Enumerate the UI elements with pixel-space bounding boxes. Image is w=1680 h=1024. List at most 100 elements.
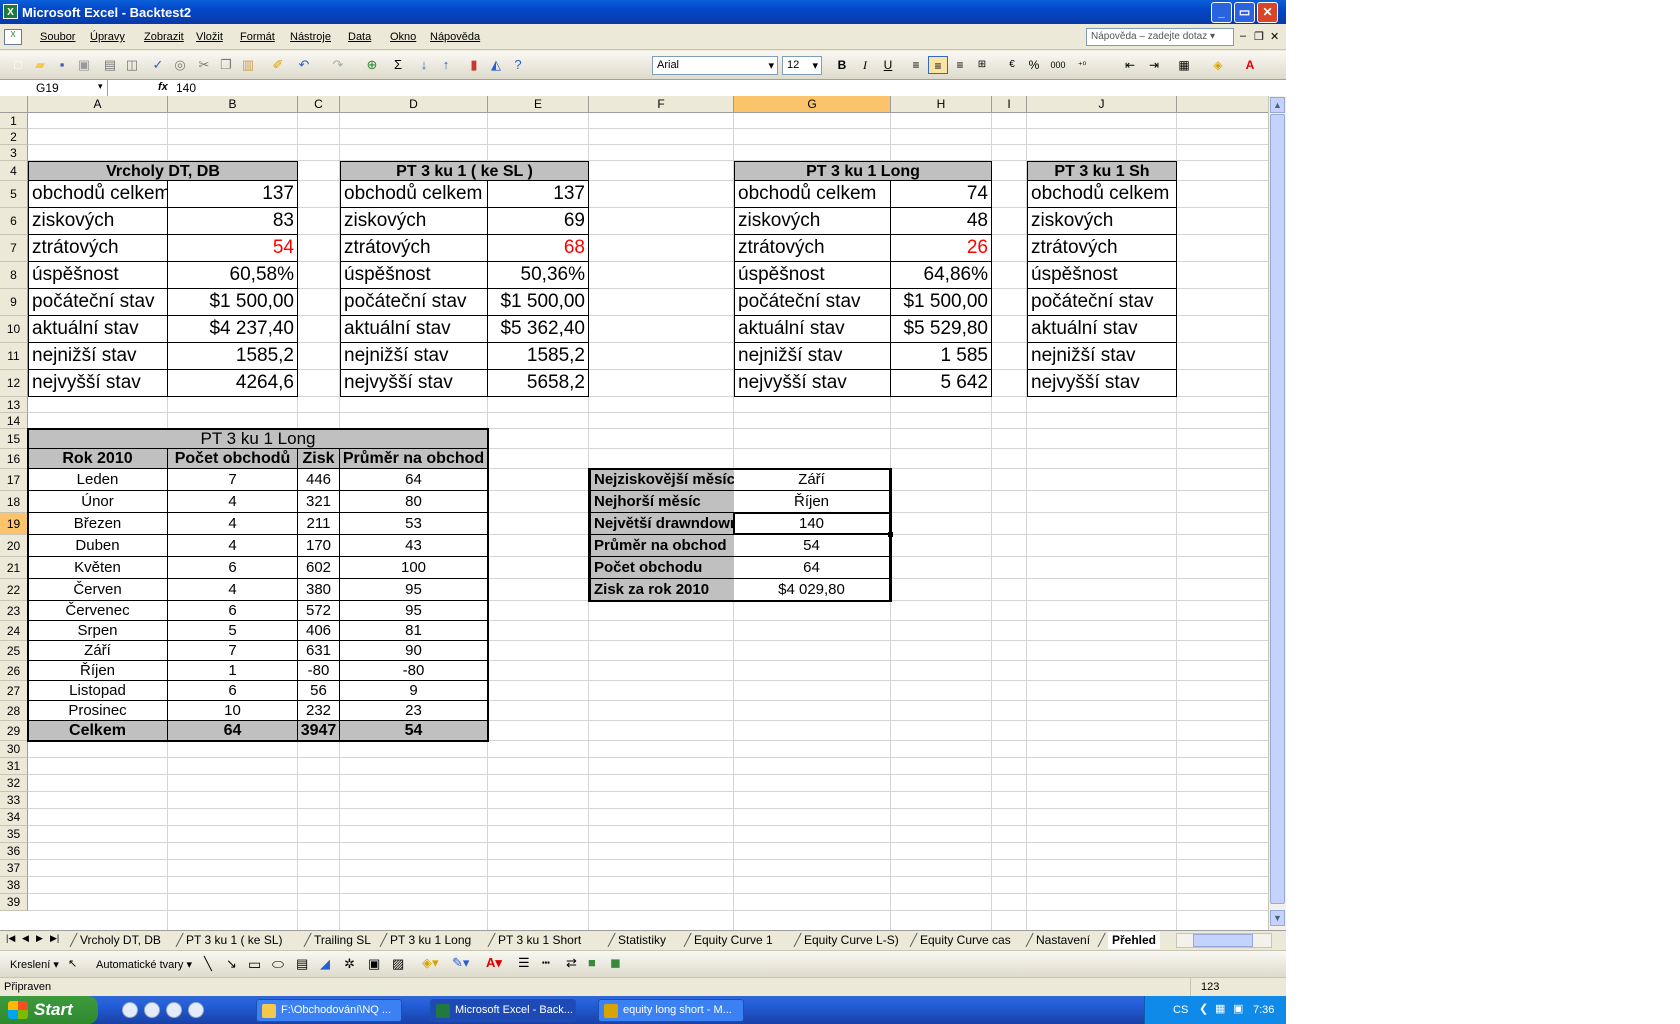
last-sheet-icon[interactable]: ▶| [50,933,59,944]
network-icon[interactable]: ▦ [1215,1002,1225,1015]
column-header-A[interactable]: A [28,96,168,113]
font-color-icon[interactable]: A [1240,56,1260,74]
column-header-E[interactable]: E [488,96,589,113]
row-header-3[interactable]: 3 [0,145,28,161]
print-preview-icon[interactable]: ◫ [124,57,140,73]
row-header-11[interactable]: 11 [0,343,28,370]
new-icon[interactable]: □ [10,57,26,73]
row-header-15[interactable]: 15 [0,429,28,449]
sheet-tab-10[interactable]: Přehled [1108,932,1161,949]
sheet-tab-4[interactable]: PT 3 ku 1 Short [498,932,581,949]
redo-icon[interactable]: ↷ [330,57,346,73]
sheet-tab-3[interactable]: PT 3 ku 1 Long [390,932,471,949]
row-header-10[interactable]: 10 [0,316,28,343]
arrow-icon[interactable]: ↘ [226,956,237,972]
prev-sheet-icon[interactable]: ◀ [22,933,29,944]
row-header-34[interactable]: 34 [0,809,28,826]
font-size-select[interactable]: 12 ▾ [782,56,822,75]
textbox-icon[interactable]: ▤ [296,956,308,972]
sheet-tab-6[interactable]: Equity Curve 1 [694,932,773,949]
row-header-18[interactable]: 18 [0,491,28,513]
sheet-tab-7[interactable]: Equity Curve L-S) [804,932,899,949]
menu-3[interactable]: Vložit [196,31,223,43]
name-box[interactable]: G19 ▾ [0,80,108,96]
scroll-thumb[interactable] [1270,114,1285,904]
sheet-tab-8[interactable]: Equity Curve cas [920,932,1011,949]
3d-icon[interactable]: ◼ [610,955,621,971]
line-style-icon[interactable]: ☰ [518,955,530,971]
row-header-19[interactable]: 19 [0,513,28,535]
row-header-22[interactable]: 22 [0,579,28,601]
row-header-6[interactable]: 6 [0,208,28,235]
line-icon[interactable]: ╲ [204,956,212,972]
row-header-1[interactable]: 1 [0,113,28,129]
scroll-down-icon[interactable]: ▼ [1270,910,1285,926]
scroll-up-icon[interactable]: ▲ [1270,97,1285,113]
select-objects-icon[interactable]: ↖ [68,957,77,970]
align-right-icon[interactable]: ≡ [950,56,970,74]
shadow-icon[interactable]: ■ [588,955,596,970]
row-header-23[interactable]: 23 [0,601,28,621]
autoshapes-menu[interactable]: Automatické tvary ▾ [96,958,192,971]
line-color-icon[interactable]: ✎▾ [452,955,469,971]
format-painter-icon[interactable]: ✐ [270,57,286,73]
font-name-select[interactable]: Arial ▾ [652,56,778,75]
font-color-icon[interactable]: A▾ [486,955,502,971]
column-header-J[interactable]: J [1027,96,1177,113]
row-header-20[interactable]: 20 [0,535,28,557]
start-button[interactable]: Start [0,996,98,1024]
row-header-31[interactable]: 31 [0,758,28,775]
row-header-39[interactable]: 39 [0,894,28,911]
permission-icon[interactable]: ▣ [76,57,92,73]
row-header-35[interactable]: 35 [0,826,28,843]
research-icon[interactable]: ◎ [172,57,188,73]
drawing-icon[interactable]: ◭ [488,57,504,73]
tray-expand-icon[interactable]: ❮ [1199,1002,1208,1015]
hyperlink-icon[interactable]: ⊕ [364,57,380,73]
row-header-13[interactable]: 13 [0,397,28,413]
column-header-G[interactable]: G [734,96,891,113]
minimize-button[interactable]: _ [1211,2,1232,23]
print-icon[interactable]: ▤ [102,57,118,73]
decrease-indent-icon[interactable]: ⇤ [1120,56,1140,74]
quicklaunch-icon[interactable] [144,1002,160,1018]
align-center-icon[interactable]: ≡ [928,56,948,74]
menu-1[interactable]: Úpravy [90,31,125,43]
column-header-D[interactable]: D [340,96,488,113]
sheet-tab-0[interactable]: Vrcholy DT, DB [80,932,161,949]
formula-input[interactable]: 140 [176,81,196,95]
menu-5[interactable]: Nástroje [290,31,331,43]
row-header-5[interactable]: 5 [0,181,28,208]
column-header-I[interactable]: I [992,96,1027,113]
clipart-icon[interactable]: ▣ [368,956,380,972]
sort-asc-icon[interactable]: ↓ [416,57,432,73]
sort-desc-icon[interactable]: ↑ [438,57,454,73]
doc-minimize-icon[interactable]: ‒ [1240,30,1246,42]
wordart-icon[interactable]: ◢ [320,956,330,972]
oval-icon[interactable]: ⬭ [272,956,284,973]
media-icon[interactable] [188,1002,204,1018]
antivirus-icon[interactable]: ▣ [1233,1002,1243,1015]
sheet-tab-9[interactable]: Nastavení [1036,932,1090,949]
fill-handle[interactable] [888,532,893,537]
menu-4[interactable]: Formát [240,31,275,43]
document-icon[interactable]: X [4,29,22,45]
spreadsheet-grid[interactable]: A B C D E F G H I J 1 2 3 4 5 6 7 8 9 10 11 12 13 14 15 16 17 18 19 2… [0,96,1268,930]
draw-menu[interactable]: Kreslení ▾ [10,958,59,971]
undo-icon[interactable]: ↶ [296,57,312,73]
row-header-25[interactable]: 25 [0,641,28,661]
row-header-37[interactable]: 37 [0,860,28,877]
rectangle-icon[interactable]: ▭ [248,956,261,973]
row-header-17[interactable]: 17 [0,469,28,491]
next-sheet-icon[interactable]: ▶ [36,933,43,944]
selected-cell-outline[interactable] [733,512,892,535]
row-header-21[interactable]: 21 [0,557,28,579]
doc-close-icon[interactable]: ✕ [1270,30,1279,43]
fill-color-icon[interactable]: ◈▾ [422,955,439,971]
row-header-9[interactable]: 9 [0,289,28,316]
first-sheet-icon[interactable]: |◀ [6,933,15,944]
diagram-icon[interactable]: ✲ [344,956,355,972]
row-header-26[interactable]: 26 [0,661,28,681]
chart-icon[interactable]: ▮ [466,57,482,73]
increase-decimal-icon[interactable]: ⁺⁰ [1072,56,1092,74]
